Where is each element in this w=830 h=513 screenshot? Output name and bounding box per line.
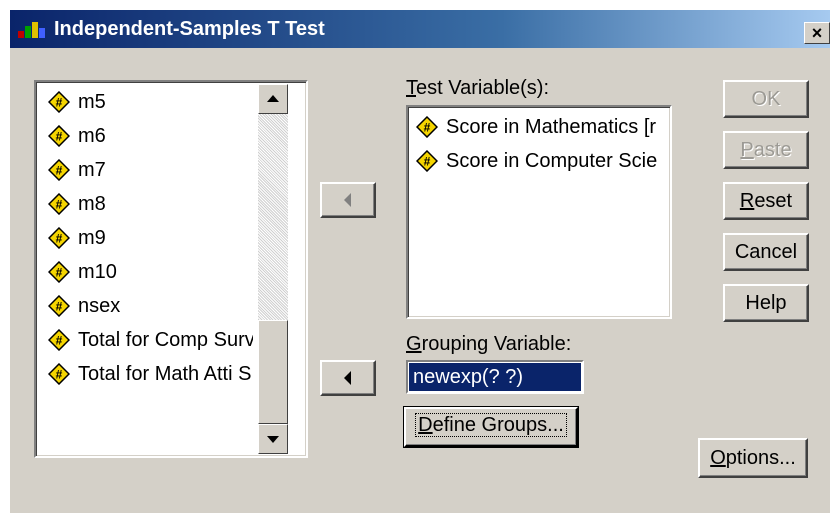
scroll-thumb[interactable] bbox=[258, 320, 288, 424]
item-label: Score in Computer Scie bbox=[446, 150, 658, 172]
arrow-down-icon bbox=[267, 436, 279, 443]
item-label: m7 bbox=[78, 159, 106, 181]
move-test-variable-button[interactable] bbox=[320, 182, 376, 218]
numeric-variable-icon bbox=[48, 125, 70, 147]
item-label: m8 bbox=[78, 193, 106, 215]
item-label: m5 bbox=[78, 91, 106, 113]
list-item[interactable]: m9 bbox=[48, 224, 253, 252]
test-variables-list[interactable]: Score in Mathematics [r Score in Compute… bbox=[406, 105, 672, 319]
numeric-variable-icon bbox=[48, 193, 70, 215]
title-bar[interactable]: Independent-Samples T Test × bbox=[10, 10, 830, 48]
numeric-variable-icon bbox=[416, 116, 438, 138]
arrow-left-icon bbox=[344, 193, 351, 207]
define-groups-button[interactable]: Define Groups... bbox=[403, 406, 579, 448]
list-item[interactable]: m7 bbox=[48, 156, 253, 184]
item-label: nsex bbox=[78, 295, 121, 317]
list-item[interactable]: m8 bbox=[48, 190, 253, 218]
list-item[interactable]: Score in Computer Scie bbox=[416, 147, 668, 175]
numeric-variable-icon bbox=[48, 227, 70, 249]
list-item[interactable]: m6 bbox=[48, 122, 253, 150]
list-item[interactable]: m5 bbox=[48, 88, 253, 116]
t-test-dialog: Independent-Samples T Test × m5 m6 m7 m8… bbox=[10, 10, 830, 513]
app-icon bbox=[18, 22, 45, 38]
numeric-variable-icon bbox=[48, 91, 70, 113]
numeric-variable-icon bbox=[416, 150, 438, 172]
close-icon: × bbox=[811, 23, 823, 43]
grouping-variable-field[interactable]: newexp(? ?) bbox=[406, 360, 584, 394]
grouping-variable-label: Grouping Variable: bbox=[406, 333, 572, 355]
cancel-button[interactable]: Cancel bbox=[723, 233, 809, 271]
numeric-variable-icon bbox=[48, 295, 70, 317]
list-item[interactable]: Total for Comp Surv bbox=[48, 326, 253, 354]
scroll-up-button[interactable] bbox=[258, 84, 288, 114]
close-button[interactable]: × bbox=[804, 22, 830, 44]
numeric-variable-icon bbox=[48, 329, 70, 351]
vertical-scrollbar[interactable] bbox=[258, 84, 288, 454]
test-variables-label: Test Variable(s): bbox=[406, 77, 550, 99]
focus-rect: Define Groups... bbox=[415, 413, 567, 437]
window-title: Independent-Samples T Test bbox=[54, 18, 325, 40]
item-label: Total for Comp Surv bbox=[78, 329, 253, 351]
move-grouping-variable-button[interactable] bbox=[320, 360, 376, 396]
numeric-variable-icon bbox=[48, 159, 70, 181]
arrow-up-icon bbox=[267, 95, 279, 102]
list-item[interactable]: nsex bbox=[48, 292, 253, 320]
variable-list[interactable]: m5 m6 m7 m8 m9 m10 nsex Total for Comp S… bbox=[34, 80, 308, 458]
ok-button[interactable]: OK bbox=[723, 80, 809, 118]
item-label: m6 bbox=[78, 125, 106, 147]
paste-button[interactable]: Paste bbox=[723, 131, 809, 169]
reset-button[interactable]: Reset bbox=[723, 182, 809, 220]
help-button[interactable]: Help bbox=[723, 284, 809, 322]
scroll-down-button[interactable] bbox=[258, 424, 288, 454]
list-item[interactable]: Score in Mathematics [r bbox=[416, 113, 668, 141]
list-item[interactable]: m10 bbox=[48, 258, 253, 286]
arrow-left-icon bbox=[344, 371, 351, 385]
options-button[interactable]: Options... bbox=[698, 438, 808, 478]
list-item[interactable]: Total for Math Atti S bbox=[48, 360, 253, 388]
item-label: Total for Math Atti S bbox=[78, 363, 252, 385]
item-label: m10 bbox=[78, 261, 117, 283]
item-label: Score in Mathematics [r bbox=[446, 116, 657, 138]
grouping-variable-value: newexp(? ?) bbox=[409, 363, 581, 391]
numeric-variable-icon bbox=[48, 261, 70, 283]
numeric-variable-icon bbox=[48, 363, 70, 385]
item-label: m9 bbox=[78, 227, 106, 249]
